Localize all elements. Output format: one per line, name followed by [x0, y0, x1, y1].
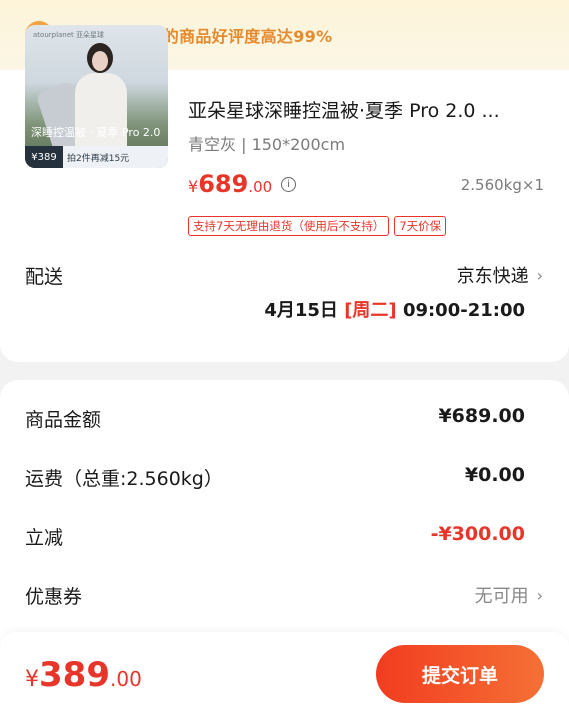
shipping-label: 运费（总重:2.560kg）: [25, 468, 223, 490]
service-tags: 支持7天无理由退货（使用后不支持） 7天价保: [188, 216, 447, 236]
delivery-carrier-selector[interactable]: 京东快递 ›: [457, 262, 543, 288]
total-price: ¥ 389 .00: [25, 655, 142, 695]
chevron-right-icon: ›: [536, 265, 543, 285]
delivery-window: 09:00-21:00: [402, 300, 525, 321]
price-currency: ¥: [188, 177, 199, 196]
image-caption: 深睡控温被 · 夏季 Pro 2.0: [31, 126, 161, 139]
coupon-selector[interactable]: 无可用 ›: [475, 582, 543, 608]
price-integer: 689: [198, 170, 249, 198]
product-price: ¥ 689 .00: [188, 170, 272, 198]
goods-amount-value: ¥689.00: [438, 405, 525, 427]
discount-label: 立减: [25, 527, 64, 549]
delivery-weekday: [周二]: [344, 300, 397, 321]
price-info-icon[interactable]: i: [281, 177, 296, 192]
product-weight-quantity: 2.560kg×1: [460, 176, 544, 194]
image-badge-price: ¥389: [25, 146, 63, 168]
delivery-carrier: 京东快递: [456, 266, 529, 287]
shipping-value: ¥0.00: [464, 464, 525, 486]
price-decimal: .00: [248, 178, 273, 196]
image-brand-text: atourplanet 亚朵星球: [33, 31, 105, 39]
total-integer: 389: [39, 655, 110, 695]
return-policy-tag: 支持7天无理由退货（使用后不支持）: [188, 216, 390, 236]
price-protect-tag: 7天价保: [394, 216, 447, 236]
product-title[interactable]: 亚朵星球深睡控温被·夏季 Pro 2.0 ...: [188, 96, 538, 123]
image-badge: ¥389 拍2件再减15元: [25, 146, 168, 168]
product-image[interactable]: atourplanet 亚朵星球 深睡控温被 · 夏季 Pro 2.0 ¥389…: [25, 25, 168, 168]
delivery-date: 4月15日: [264, 300, 338, 321]
image-person-face: [92, 51, 108, 71]
coupon-label: 优惠券: [25, 586, 83, 608]
image-badge-promo: 拍2件再减15元: [63, 146, 168, 168]
delivery-label: 配送: [25, 266, 64, 288]
total-currency: ¥: [25, 667, 39, 692]
chevron-right-icon: ›: [536, 585, 543, 605]
total-decimal: .00: [109, 667, 142, 691]
submit-order-button[interactable]: 提交订单: [376, 645, 544, 703]
discount-value: -¥300.00: [430, 523, 525, 545]
delivery-time[interactable]: 4月15日 [周二] 09:00-21:00: [264, 296, 525, 322]
product-spec: 青空灰 | 150*200cm: [188, 135, 346, 154]
coupon-value: 无可用: [474, 586, 529, 607]
checkout-bar: ¥ 389 .00 提交订单: [0, 632, 569, 705]
goods-amount-label: 商品金额: [25, 409, 102, 431]
